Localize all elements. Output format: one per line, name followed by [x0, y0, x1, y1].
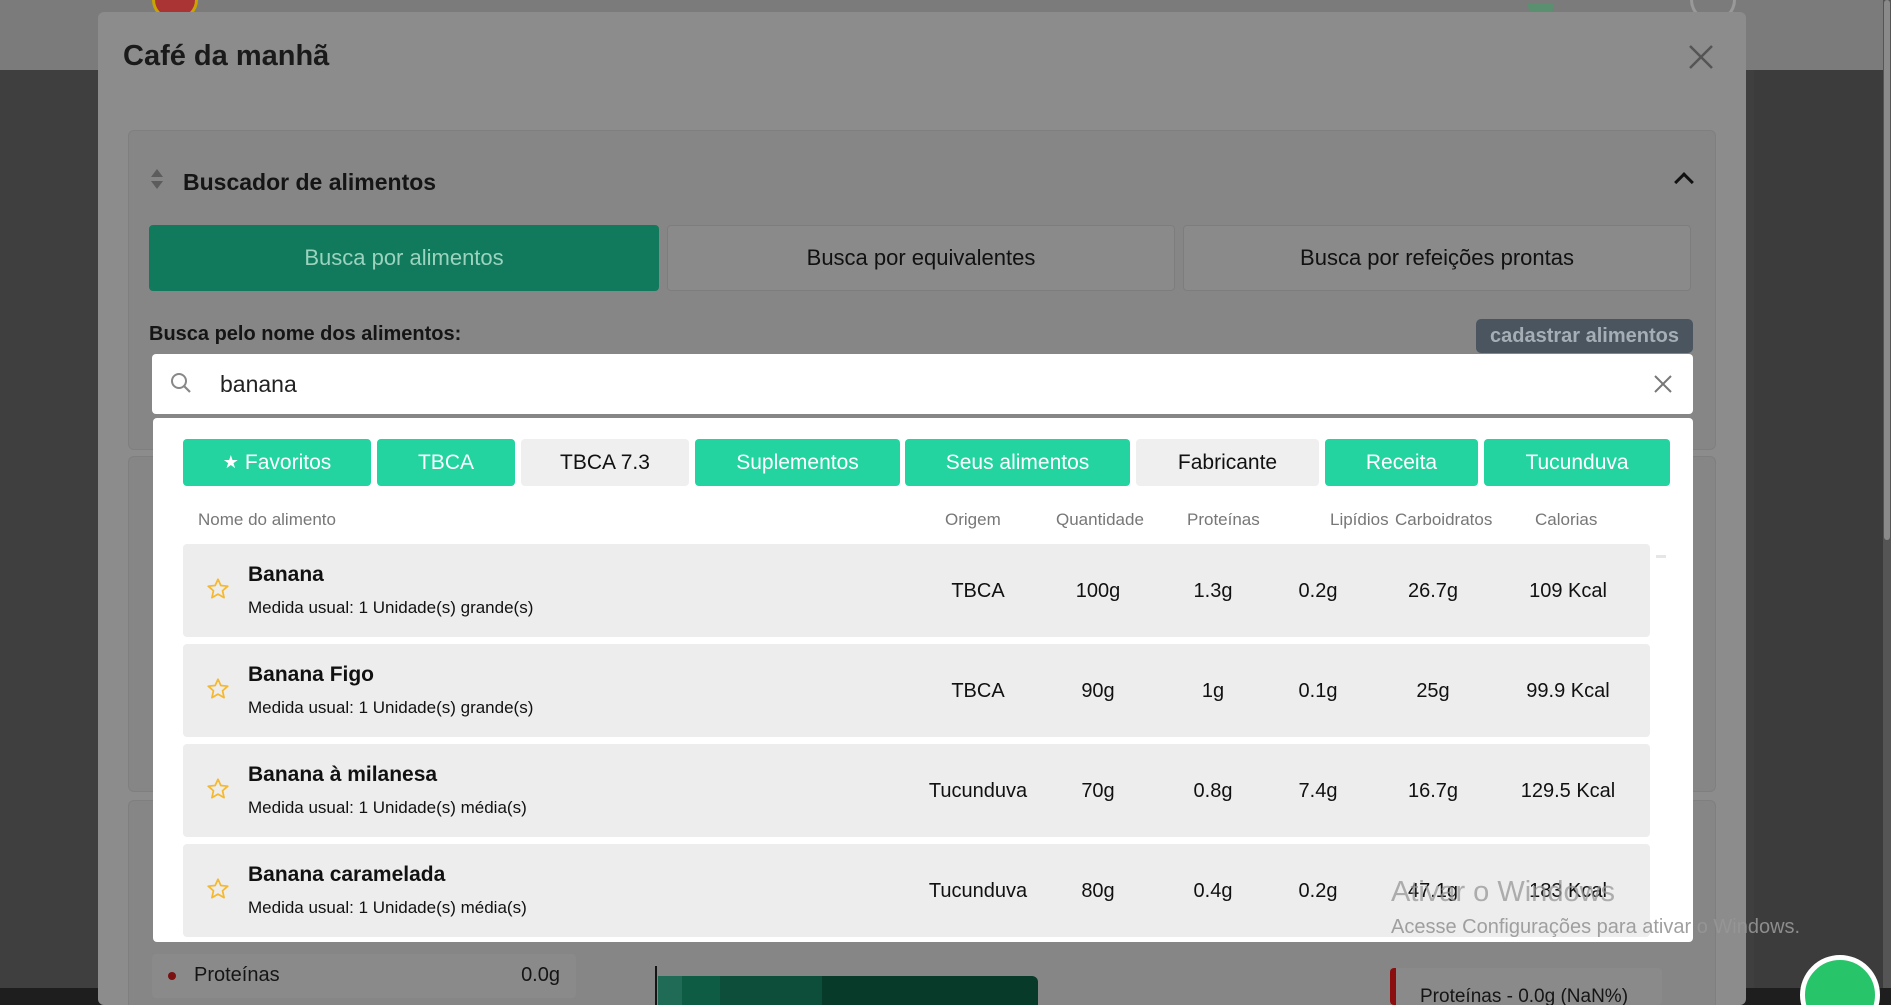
filter-tbca-7-3[interactable]: TBCA 7.3 — [521, 439, 689, 486]
star-outline-icon[interactable] — [205, 876, 231, 902]
filter-tbca[interactable]: TBCA — [377, 439, 515, 486]
background-right — [1754, 70, 1891, 1005]
food-proteins: 1g — [1201, 680, 1225, 702]
star-outline-icon[interactable] — [205, 676, 231, 702]
panel-title: Buscador de alimentos — [183, 169, 437, 195]
page-scrollbar[interactable] — [1883, 0, 1891, 1005]
filter-supplements[interactable]: Suplementos — [695, 439, 900, 486]
macro-bar-segment — [822, 976, 1038, 1005]
food-quantity: 70g — [1081, 780, 1115, 802]
filter-tucunduva[interactable]: Tucunduva — [1484, 439, 1670, 486]
column-header-name: Nome do alimento — [198, 510, 336, 529]
food-origin: TBCA — [951, 580, 1005, 602]
food-carbs: 16.7g — [1407, 780, 1459, 802]
table-row[interactable]: Banana Figo Medida usual: 1 Unidade(s) g… — [183, 644, 1650, 737]
filter-manufacturer[interactable]: Fabricante — [1136, 439, 1319, 486]
column-header-proteins: Proteínas — [1187, 510, 1260, 529]
food-proteins: 0.8g — [1193, 780, 1233, 802]
food-quantity: 100g — [1075, 580, 1121, 602]
food-measure: Medida usual: 1 Unidade(s) média(s) — [248, 798, 527, 817]
results-scrollbar[interactable] — [1656, 555, 1666, 558]
column-header-quantity: Quantidade — [1056, 510, 1144, 529]
close-icon[interactable] — [1686, 42, 1716, 72]
food-name: Banana à milanesa — [248, 763, 438, 786]
macro-bar-segment — [682, 976, 720, 1005]
column-header-origin: Origem — [945, 510, 1001, 529]
macro-label: Proteínas — [194, 964, 280, 986]
drag-handle-icon[interactable] — [151, 169, 163, 191]
star-outline-icon[interactable] — [205, 576, 231, 602]
food-lipids: 0.1g — [1298, 680, 1338, 702]
tab-ready-meals-search[interactable]: Busca por refeições prontas — [1183, 225, 1691, 291]
column-header-calories: Calorias — [1535, 510, 1598, 529]
table-row[interactable]: Banana à milanesa Medida usual: 1 Unidad… — [183, 744, 1650, 837]
food-calories: 109 Kcal — [1529, 580, 1607, 602]
food-name: Banana — [248, 563, 324, 586]
food-measure: Medida usual: 1 Unidade(s) grande(s) — [248, 598, 534, 617]
food-measure: Medida usual: 1 Unidade(s) grande(s) — [248, 698, 534, 717]
page-scrollbar-thumb[interactable] — [1884, 0, 1890, 540]
food-carbs: 26.7g — [1407, 580, 1459, 602]
column-header-carbs: Carboidratos — [1395, 510, 1493, 529]
food-origin: Tucunduva — [928, 880, 1028, 902]
filter-label: Favoritos — [244, 450, 332, 474]
tab-food-search[interactable]: Busca por alimentos — [149, 225, 659, 291]
star-icon: ★ — [222, 452, 239, 472]
food-quantity: 80g — [1081, 880, 1115, 902]
chevron-up-icon[interactable] — [1674, 172, 1694, 192]
food-calories: 129.5 Kcal — [1520, 780, 1616, 802]
filter-recipe[interactable]: Receita — [1325, 439, 1478, 486]
tab-equivalents-search[interactable]: Busca por equivalentes — [667, 225, 1175, 291]
clear-search-icon[interactable] — [1651, 372, 1675, 396]
macro-proteins-item: Proteínas 0.0g — [152, 954, 576, 998]
modal-title: Café da manhã — [123, 40, 330, 72]
food-carbs: 25g — [1416, 680, 1450, 702]
filter-favorites[interactable]: ★ Favoritos — [183, 439, 371, 486]
macro-summary-text: Proteínas - 0.0g (NaN%) — [1420, 986, 1629, 1005]
table-row[interactable]: Banana Medida usual: 1 Unidade(s) grande… — [183, 544, 1650, 637]
food-lipids: 0.2g — [1298, 580, 1338, 602]
register-food-button[interactable]: cadastrar alimentos — [1476, 319, 1693, 353]
food-quantity: 90g — [1081, 680, 1115, 702]
column-header-lipids: Lipídios — [1330, 510, 1389, 529]
search-label: Busca pelo nome dos alimentos: — [149, 323, 462, 345]
food-origin: Tucunduva — [928, 780, 1028, 802]
chart-axis — [655, 966, 657, 1005]
search-box — [152, 354, 1693, 414]
bullet-icon — [168, 972, 176, 980]
food-lipids: 7.4g — [1298, 780, 1338, 802]
macro-bar-segment — [720, 976, 822, 1005]
food-proteins: 0.4g — [1193, 880, 1233, 902]
search-results-dropdown: ★ Favoritos TBCA TBCA 7.3 Suplementos Seu… — [153, 418, 1693, 942]
food-calories: 99.9 Kcal — [1526, 680, 1610, 702]
search-icon — [170, 372, 192, 394]
watermark-subtitle: Acesse Configurações para ativar o Windo… — [1391, 916, 1801, 938]
watermark-title: Ativar o Windows — [1391, 876, 1616, 908]
macro-proteins-summary: Proteínas - 0.0g (NaN%) — [1390, 968, 1662, 1005]
macro-value: 0.0g — [521, 964, 560, 986]
food-proteins: 1.3g — [1193, 580, 1233, 602]
star-outline-icon[interactable] — [205, 776, 231, 802]
food-measure: Medida usual: 1 Unidade(s) média(s) — [248, 898, 527, 917]
macro-bar-segment — [658, 976, 682, 1005]
food-name: Banana caramelada — [248, 863, 446, 886]
food-lipids: 0.2g — [1298, 880, 1338, 902]
food-name: Banana Figo — [248, 663, 375, 686]
filter-your-foods[interactable]: Seus alimentos — [905, 439, 1130, 486]
search-input[interactable] — [220, 364, 1600, 404]
food-origin: TBCA — [951, 680, 1005, 702]
